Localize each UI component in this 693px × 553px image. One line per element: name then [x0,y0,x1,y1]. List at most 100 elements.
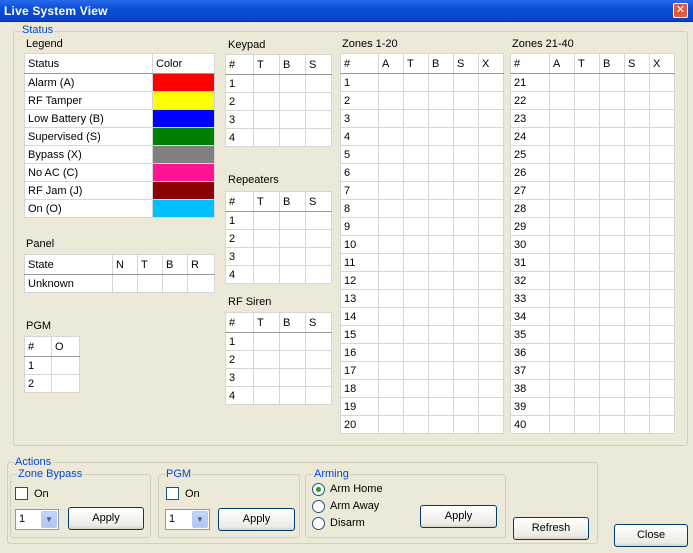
zones-1-20-cell [478,91,504,110]
pgm-header-0: # [24,336,52,357]
legend-status-label: Low Battery (B) [24,109,153,128]
keypad-cell [305,110,332,129]
zones-1-20-zone-number: 9 [340,217,379,236]
legend-row: Alarm (A) [24,73,215,92]
zones-21-40-zone-number: 35 [510,325,550,344]
zones-1-20-zone-number: 1 [340,73,379,92]
pgm-on-checkbox[interactable] [166,487,179,500]
legend-header-color: Color [152,53,215,74]
zone-bypass-apply-button[interactable]: Apply [68,507,144,530]
rf-siren-cell [305,386,332,405]
zones-21-40-cell [599,235,625,254]
zones-1-20-cell [478,163,504,182]
zones-21-40-cell [624,361,650,380]
window-close-icon[interactable]: ✕ [673,3,688,18]
zones-21-40-zone-number: 22 [510,91,550,110]
zones-21-40-cell [599,217,625,236]
chevron-down-icon[interactable]: ▼ [41,511,57,528]
zones-1-20-cell [453,73,479,92]
zones-1-20-row: 18 [340,379,504,398]
zones-1-20-zone-number: 19 [340,397,379,416]
repeaters-header-0: # [225,191,254,212]
zones-21-40-cell [574,361,600,380]
zones-1-20-cell [453,127,479,146]
zones-21-40-cell [574,91,600,110]
zones-21-40-row: 22 [510,91,675,110]
zones-1-20-cell [428,415,454,434]
zones-1-20-cell [403,253,429,272]
zones-21-40-cell [549,109,575,128]
disarm-radio[interactable] [312,517,325,530]
legend-row: Supervised (S) [24,127,215,146]
zones-1-20-cell [378,199,404,218]
zones-1-20-cell [428,289,454,308]
refresh-button[interactable]: Refresh [513,517,589,540]
zone-select[interactable]: 1 ▼ [15,509,59,530]
keypad-label: Keypad [228,39,266,51]
zones-21-40-zone-number: 21 [510,73,550,92]
repeaters-cell [279,247,306,266]
pgm-on-label: On [185,488,200,500]
zones-21-40-cell [574,109,600,128]
zones-1-20-cell [453,163,479,182]
zones-21-40-cell [549,217,575,236]
keypad-cell: 3 [225,110,254,129]
panel-cell [137,274,163,293]
zones-1-20-row: 5 [340,145,504,164]
zones-1-20-zone-number: 8 [340,199,379,218]
keypad-cell [305,128,332,147]
legend-status-label: RF Jam (J) [24,181,153,200]
rf-siren-cell [253,386,280,405]
rf-siren-header-2: B [279,312,306,333]
arming-apply-button[interactable]: Apply [420,505,497,528]
zones-21-40-cell [549,253,575,272]
zones-21-40-cell [624,379,650,398]
zones-21-40-cell [649,271,675,290]
zones-1-20-cell [428,343,454,362]
zones-21-40-zone-number: 23 [510,109,550,128]
legend-status-label: No AC (C) [24,163,153,182]
rf-siren-header-0: # [225,312,254,333]
legend-color-swatch [152,91,215,110]
rf-siren-row: 2 [225,350,332,369]
zones-21-40-label: Zones 21-40 [512,38,574,50]
keypad-row: 1 [225,74,332,93]
zones-1-20-table: # A T B S X 1 2 3 4 5 6 7 8 9 10 11 12 13 14 15 16 17 18 19 20 [340,53,504,434]
pgm-header-1: O [51,336,80,357]
arm-home-radio[interactable] [312,483,325,496]
zones-1-20-cell [428,91,454,110]
pgm-select[interactable]: 1 ▼ [165,509,210,530]
zones-1-20-row: 6 [340,163,504,182]
title-bar[interactable]: Live System View ✕ [0,0,693,22]
zones-21-40-cell [624,163,650,182]
zones-21-40-row: 31 [510,253,675,272]
zones-21-40-row: 28 [510,199,675,218]
repeaters-row: 1 [225,211,332,230]
zones-21-40-cell [649,109,675,128]
arming-label: Arming [313,468,350,480]
keypad-cell [279,74,306,93]
rf-siren-header-1: T [253,312,280,333]
zone-bypass-on-checkbox[interactable] [15,487,28,500]
zones-21-40-cell [649,253,675,272]
panel-header-1: N [112,254,138,275]
zones-1-20-cell [378,127,404,146]
zones-21-40-cell [649,361,675,380]
zones-21-40-cell [599,289,625,308]
close-button[interactable]: Close [614,524,688,547]
panel-cell [187,274,215,293]
panel-header-3: B [162,254,188,275]
chevron-down-icon[interactable]: ▼ [192,511,208,528]
zones-21-40-cell [549,379,575,398]
zones-1-20-cell [478,379,504,398]
arm-away-radio[interactable] [312,500,325,513]
zones-1-20-row: 17 [340,361,504,380]
pgm-apply-button[interactable]: Apply [218,508,295,531]
zones-1-20-cell [428,109,454,128]
zones-1-20-row: 8 [340,199,504,218]
zones-21-40-zone-number: 25 [510,145,550,164]
zones-21-40-cell [599,397,625,416]
legend-status-label: Alarm (A) [24,73,153,92]
zones-21-40-cell [624,199,650,218]
keypad-cell: 4 [225,128,254,147]
